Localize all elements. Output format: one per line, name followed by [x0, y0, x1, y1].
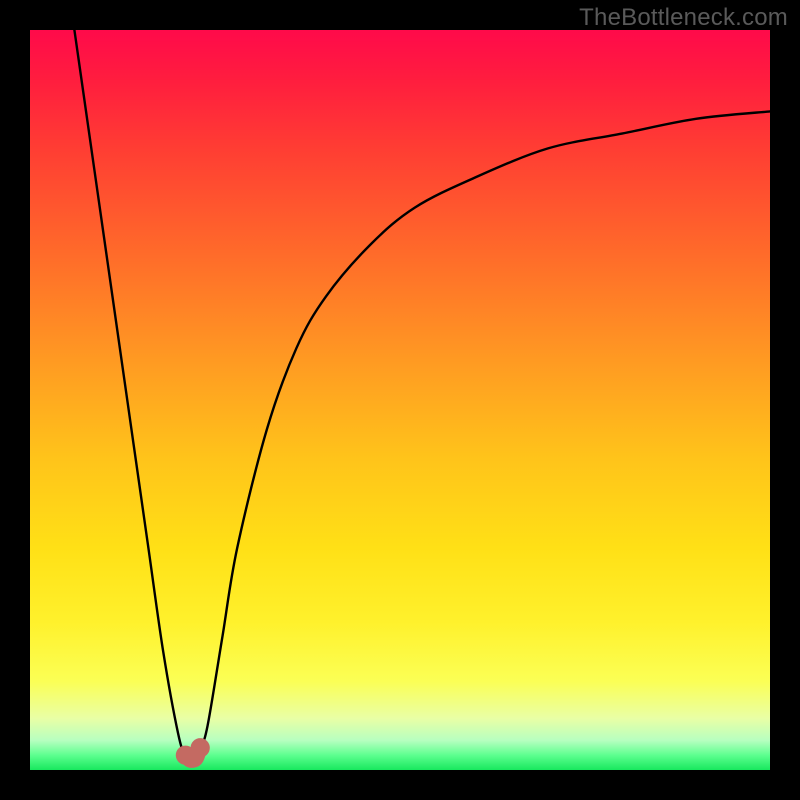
bottleneck-curve — [74, 30, 770, 757]
chart-frame: TheBottleneck.com — [0, 0, 800, 800]
curve-layer — [30, 30, 770, 770]
watermark-label: TheBottleneck.com — [579, 4, 788, 32]
trough-endpoint-marker — [191, 738, 210, 757]
plot-area — [30, 30, 770, 770]
